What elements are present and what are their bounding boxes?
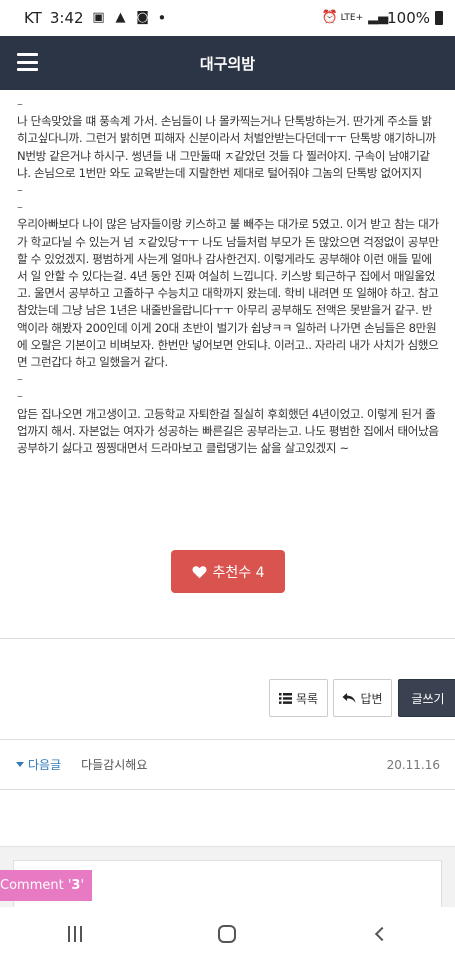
post-separator: – [17,200,23,215]
app-header: 대구의밤 [0,36,455,90]
next-post-row: 다음글 다들감시해요 20.11.16 [0,739,455,790]
carrier-label: KT [24,9,42,27]
reply-button-label: 답변 [360,691,383,706]
reply-button[interactable]: 답변 [333,679,392,717]
next-post-title[interactable]: 다들감시해요 [81,756,147,773]
clock: 3:42 [49,9,84,27]
post-separator: – [17,97,23,111]
comment-tag-suffix: ' [80,878,85,893]
list-button[interactable]: 목록 [269,679,328,717]
heart-icon [191,565,207,578]
like-count-label: 추천수 4 [212,564,265,581]
list-icon [278,692,292,704]
post-body: – 나 단속맞았을 떄 풍속계 가서. 손님들이 나 몰카찍는거나 단톡방하는거… [17,96,441,457]
post-paragraph: 나 단속맞았을 떄 풍속계 가서. 손님들이 나 몰카찍는거나 단톡방하는거. … [17,114,440,180]
post-paragraph: 압든 집나오면 개고생이고. 고등학교 자퇴한걸 질실히 후회했던 4년이었고.… [17,406,443,456]
app-notification-icon: ◙ [136,10,149,25]
recent-apps-icon[interactable] [68,925,83,942]
post-paragraph: 우리아빠보다 나이 많은 남자들이랑 키스하고 불 빼주는 대가로 5였고. 이… [17,217,443,370]
image-notification-icon: ▣ [92,10,105,25]
next-post-link[interactable]: 다음글 [16,756,61,773]
post-separator: – [17,389,23,404]
battery-icon [435,11,443,25]
status-bar: KT 3:42 ▣ ▲ ◙ • ⏰ LTE+ ▂▄ 100% [0,0,455,36]
next-post-link-label: 다음글 [28,758,62,772]
warning-icon: ▲ [115,10,126,25]
battery-label: 100% [387,9,430,27]
system-nav-bar [0,907,455,960]
more-notifications-dot: • [157,9,167,27]
post-separator: – [17,372,23,387]
next-post-date: 20.11.16 [386,757,440,772]
list-button-label: 목록 [295,691,319,706]
caret-down-icon [16,762,24,767]
write-button-label: 글쓰기 [411,691,445,706]
comment-count-tab[interactable]: Comment ' 3 ' [0,870,92,901]
back-icon[interactable] [374,926,389,941]
write-button[interactable]: 글쓰기 [398,679,455,717]
post-separator: – [17,183,23,198]
alarm-icon: ⏰ [321,10,338,25]
divider [0,638,455,639]
menu-icon[interactable] [17,53,38,71]
like-button[interactable]: 추천수 4 [171,550,285,593]
home-icon[interactable] [218,924,237,943]
comment-tag-count: 3 [71,878,81,893]
signal-icon: ▂▄ [368,10,389,25]
page-title: 대구의밤 [199,54,256,73]
network-label: LTE+ [340,13,364,23]
reply-icon [342,693,356,703]
comment-tag-prefix: Comment ' [0,878,72,893]
